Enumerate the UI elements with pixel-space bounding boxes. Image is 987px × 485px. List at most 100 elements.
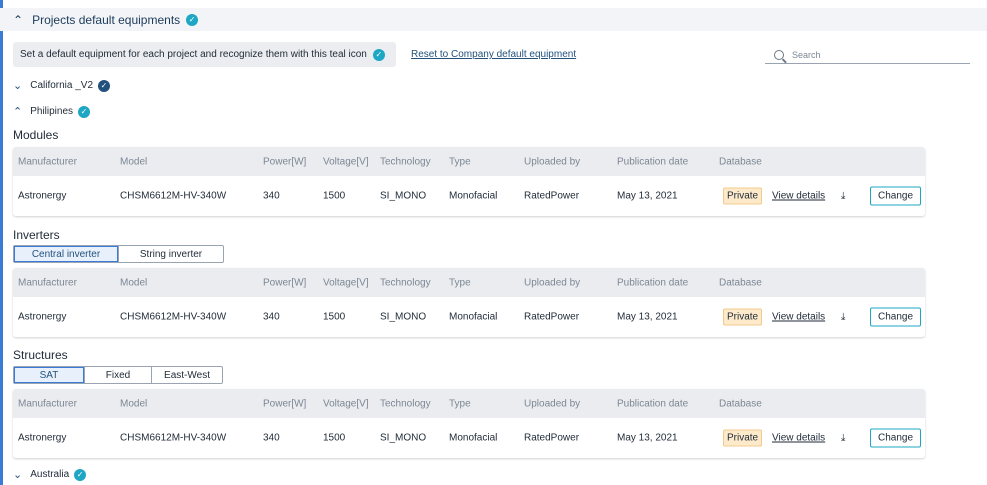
section-header[interactable]: ⌃ Projects default equipments ✓: [0, 8, 987, 31]
cell-power: 340: [263, 432, 280, 444]
table-row: Astronergy CHSM6612M-HV-340W 340 1500 SI…: [13, 297, 925, 337]
cell-type: Monofacial: [449, 190, 498, 202]
search-input[interactable]: [792, 49, 952, 60]
view-details-link[interactable]: View details: [772, 312, 825, 323]
project-name: California _V2: [30, 80, 94, 91]
col-voltage: Voltage[V]: [323, 156, 369, 167]
col-power: Power[W]: [263, 156, 307, 167]
cell-publication-date: May 13, 2021: [617, 311, 678, 323]
status-badge: Private: [723, 308, 763, 326]
cell-publication-date: May 13, 2021: [617, 190, 678, 202]
col-technology: Technology: [380, 398, 431, 409]
check-icon: ✓: [186, 13, 199, 26]
cell-power: 340: [263, 311, 280, 323]
structure-type-toggle[interactable]: SAT Fixed East-West: [13, 366, 223, 384]
project-name: Philipines: [30, 106, 74, 117]
cell-manufacturer: Astronergy: [18, 190, 67, 202]
table-header: Manufacturer Model Power[W] Voltage[V] T…: [13, 389, 925, 418]
modules-table: Manufacturer Model Power[W] Voltage[V] T…: [13, 147, 925, 216]
change-button[interactable]: Change: [870, 428, 922, 448]
col-manufacturer: Manufacturer: [18, 398, 77, 409]
info-banner: Set a default equipment for each project…: [13, 42, 396, 67]
col-technology: Technology: [380, 277, 431, 288]
cell-uploaded-by: RatedPower: [524, 190, 580, 202]
col-database: Database: [719, 398, 762, 409]
info-text: Set a default equipment for each project…: [20, 49, 367, 60]
search-icon: [774, 49, 784, 60]
inverter-type-toggle[interactable]: Central inverter String inverter: [13, 245, 224, 263]
cell-power: 340: [263, 190, 280, 202]
reset-to-company-default-link[interactable]: Reset to Company default equipment: [411, 49, 576, 60]
check-icon: ✓: [78, 105, 91, 118]
col-voltage: Voltage[V]: [323, 398, 369, 409]
section-title: Projects default equipments: [32, 12, 181, 27]
tab-east-west[interactable]: East-West: [151, 367, 222, 383]
col-uploaded-by: Uploaded by: [524, 398, 581, 409]
change-button[interactable]: Change: [870, 307, 922, 327]
status-badge: Private: [723, 429, 763, 447]
left-accent-bar: [0, 0, 3, 485]
tab-central-inverter[interactable]: Central inverter: [14, 246, 118, 262]
inverters-label: Inverters: [13, 228, 60, 242]
cell-model: CHSM6612M-HV-340W: [120, 311, 227, 323]
col-database: Database: [719, 156, 762, 167]
col-power: Power[W]: [263, 277, 307, 288]
view-details-link[interactable]: View details: [772, 433, 825, 444]
col-technology: Technology: [380, 156, 431, 167]
download-icon[interactable]: ⤓: [841, 433, 845, 444]
cell-type: Monofacial: [449, 311, 498, 323]
cell-model: CHSM6612M-HV-340W: [120, 190, 227, 202]
chevron-down-icon[interactable]: ⌄: [13, 468, 22, 481]
download-icon[interactable]: ⤓: [841, 312, 845, 323]
chevron-down-icon[interactable]: ⌄: [13, 79, 22, 92]
table-header: Manufacturer Model Power[W] Voltage[V] T…: [13, 268, 925, 297]
cell-type: Monofacial: [449, 432, 498, 444]
col-model: Model: [120, 156, 148, 167]
col-database: Database: [719, 277, 762, 288]
project-row-philipines[interactable]: ⌃ Philipines ✓: [13, 105, 91, 118]
tab-sat[interactable]: SAT: [14, 367, 84, 383]
search-box[interactable]: [765, 46, 970, 64]
col-type: Type: [449, 277, 471, 288]
cell-technology: SI_MONO: [380, 311, 427, 323]
cell-manufacturer: Astronergy: [18, 432, 67, 444]
view-details-link[interactable]: View details: [772, 191, 825, 202]
cell-manufacturer: Astronergy: [18, 311, 67, 323]
col-voltage: Voltage[V]: [323, 277, 369, 288]
tab-string-inverter[interactable]: String inverter: [118, 246, 223, 262]
col-power: Power[W]: [263, 398, 307, 409]
col-manufacturer: Manufacturer: [18, 277, 77, 288]
cell-voltage: 1500: [323, 311, 346, 323]
project-row-australia[interactable]: ⌄ Australia ✓: [13, 468, 87, 481]
status-badge: Private: [723, 187, 763, 205]
col-uploaded-by: Uploaded by: [524, 156, 581, 167]
col-type: Type: [449, 156, 471, 167]
tab-fixed[interactable]: Fixed: [84, 367, 151, 383]
col-manufacturer: Manufacturer: [18, 156, 77, 167]
chevron-up-icon[interactable]: ⌃: [13, 105, 22, 118]
col-model: Model: [120, 398, 148, 409]
table-header: Manufacturer Model Power[W] Voltage[V] T…: [13, 147, 925, 176]
chevron-up-icon[interactable]: ⌃: [13, 13, 23, 27]
table-row: Astronergy CHSM6612M-HV-340W 340 1500 SI…: [13, 176, 925, 216]
cell-voltage: 1500: [323, 432, 346, 444]
check-icon: ✓: [74, 468, 87, 481]
cell-technology: SI_MONO: [380, 432, 427, 444]
teal-check-icon: ✓: [372, 48, 385, 61]
download-icon[interactable]: ⤓: [841, 191, 845, 202]
table-row: Astronergy CHSM6612M-HV-340W 340 1500 SI…: [13, 418, 925, 458]
inverters-table: Manufacturer Model Power[W] Voltage[V] T…: [13, 268, 925, 337]
col-model: Model: [120, 277, 148, 288]
col-type: Type: [449, 398, 471, 409]
structures-table: Manufacturer Model Power[W] Voltage[V] T…: [13, 389, 925, 458]
cell-publication-date: May 13, 2021: [617, 432, 678, 444]
change-button[interactable]: Change: [870, 186, 922, 206]
cell-voltage: 1500: [323, 190, 346, 202]
check-icon: ✓: [98, 79, 111, 92]
cell-uploaded-by: RatedPower: [524, 432, 580, 444]
col-publication-date: Publication date: [617, 398, 689, 409]
col-uploaded-by: Uploaded by: [524, 277, 581, 288]
modules-label: Modules: [13, 128, 59, 142]
cell-technology: SI_MONO: [380, 190, 427, 202]
project-row-california[interactable]: ⌄ California _V2 ✓: [13, 79, 111, 92]
